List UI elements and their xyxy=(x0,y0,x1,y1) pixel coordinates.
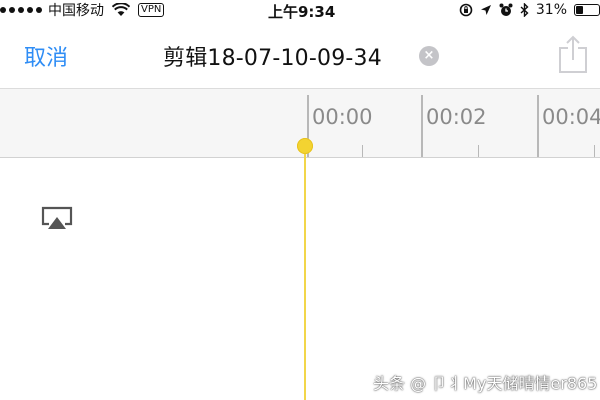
timeline-minor-tick xyxy=(594,145,595,157)
timeline-label: 00:02 xyxy=(426,105,487,129)
clear-icon[interactable]: × xyxy=(419,46,439,66)
watermark-text: 头条 @ 卩丬My天储晴情er865 xyxy=(373,374,598,393)
location-icon xyxy=(480,5,491,15)
clip-title[interactable]: 剪辑18-07-10-09-34 xyxy=(163,40,382,72)
status-bar: 中国移动 VPN 上午9:34 31% xyxy=(0,0,600,21)
playhead-line[interactable] xyxy=(304,146,306,400)
battery-icon xyxy=(574,4,600,16)
rotation-lock-icon xyxy=(459,3,473,17)
alarm-icon xyxy=(499,3,513,16)
airplay-icon[interactable] xyxy=(40,205,74,231)
status-bar-right: 31% xyxy=(459,1,600,19)
timeline-minor-tick xyxy=(362,145,363,157)
timeline-label: 00:00 xyxy=(312,105,373,129)
nav-bar: 取消 剪辑18-07-10-09-34 × xyxy=(0,20,600,89)
signal-icon xyxy=(0,7,42,13)
timeline-major-tick xyxy=(421,95,423,157)
status-time: 上午9:34 xyxy=(268,3,336,21)
timeline-label: 00:04 xyxy=(542,105,600,129)
status-bar-left: 中国移动 VPN xyxy=(0,1,165,19)
timeline-minor-tick xyxy=(478,145,479,157)
cancel-button[interactable]: 取消 xyxy=(24,40,68,72)
vpn-badge: VPN xyxy=(138,3,165,17)
carrier-name: 中国移动 xyxy=(48,3,104,19)
bluetooth-icon xyxy=(520,3,529,17)
wifi-icon xyxy=(112,3,130,16)
timeline-major-tick xyxy=(537,95,539,157)
battery-percent: 31% xyxy=(535,2,567,18)
battery-level-fill xyxy=(576,6,584,14)
share-icon[interactable] xyxy=(556,34,590,74)
playhead-handle[interactable] xyxy=(297,138,313,154)
